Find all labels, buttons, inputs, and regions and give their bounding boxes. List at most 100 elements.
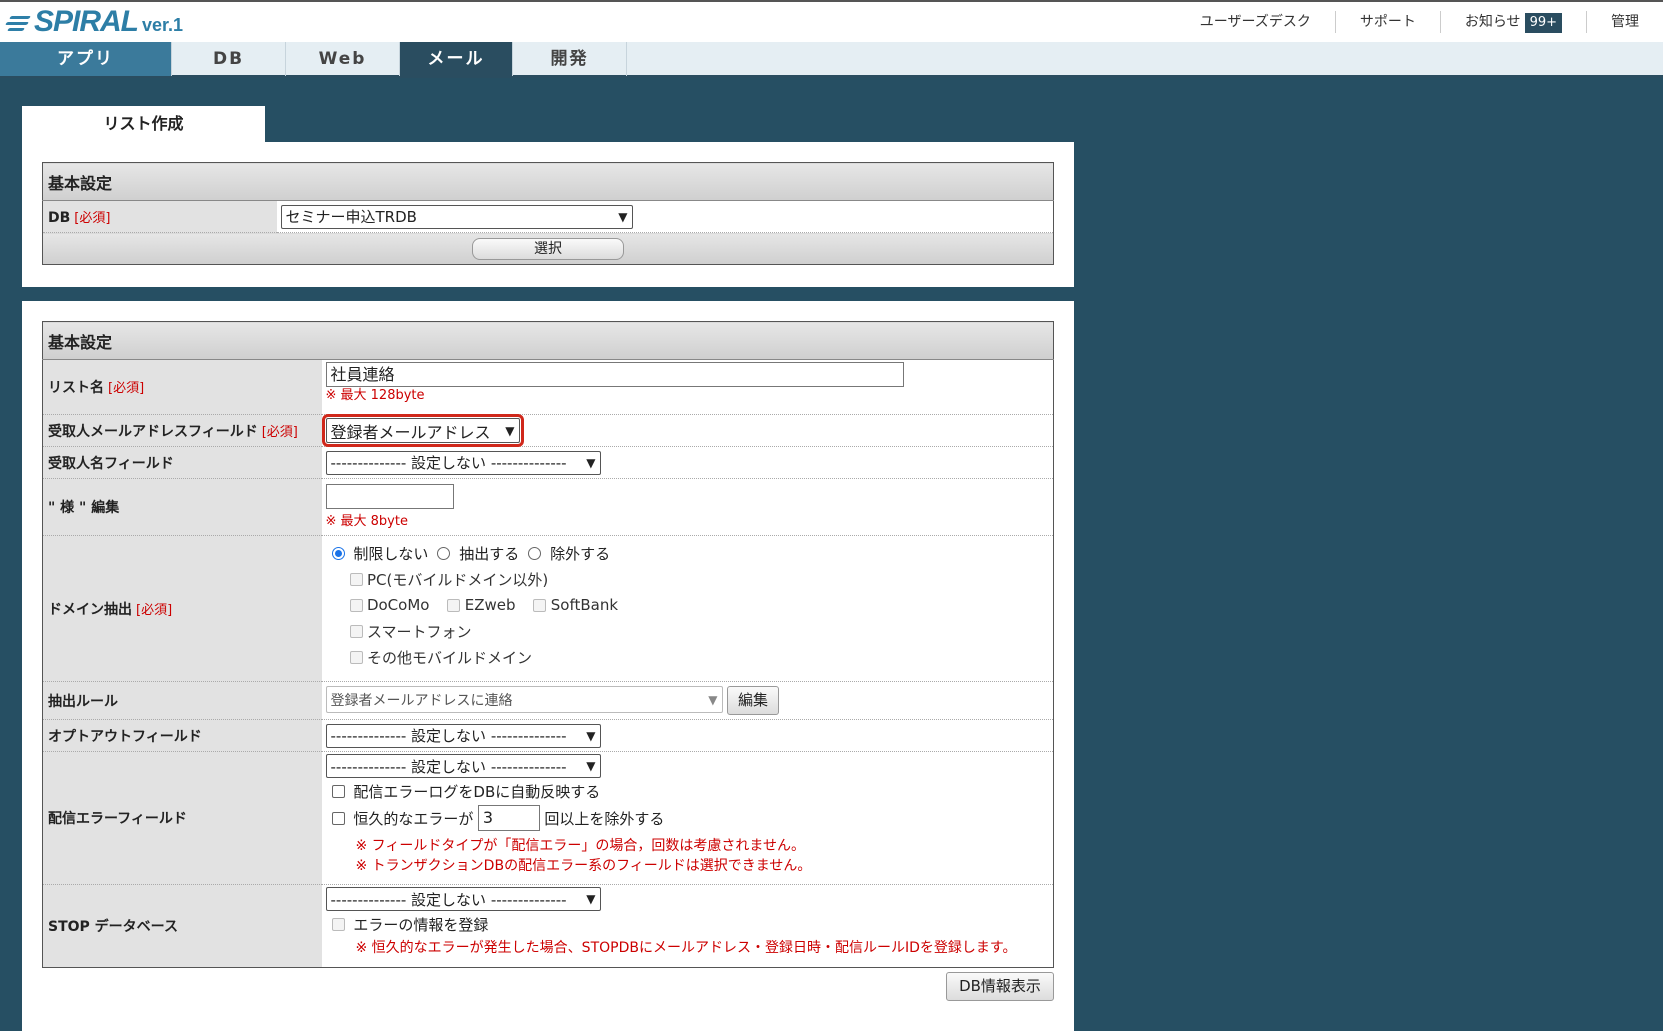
support-link[interactable]: サポート [1334, 11, 1440, 33]
error-perm-row: 恒久的なエラーが 3 回以上を除外する [326, 804, 1050, 832]
nav-tab-web[interactable]: Web [286, 42, 400, 76]
radio-no-limit[interactable] [331, 546, 345, 560]
list-name-note: ※ 最大 128byte [325, 388, 425, 403]
error-select[interactable]: -------------- 設定しない -------------- ▼ [325, 754, 601, 778]
logo-version: ver.1 [142, 15, 184, 35]
db-select-panel: 基本設定 DB [必須] セミナー申込TRDB ▼ 選択 [22, 142, 1074, 287]
error-cell: -------------- 設定しない -------------- ▼ 配信エ… [321, 751, 1054, 885]
chevron-down-icon: ▼ [505, 423, 515, 438]
radio-exclude-label: 除外する [550, 544, 611, 563]
db-label-cell: DB [必須] [42, 200, 277, 233]
optout-select[interactable]: -------------- 設定しない -------------- ▼ [325, 723, 601, 748]
list-name-cell: 社員連絡 ※ 最大 128byte [321, 359, 1054, 415]
radio-no-limit-label: 制限しない [353, 544, 429, 563]
recipient-mail-label: 受取人メールアドレスフィールド [48, 423, 258, 440]
radio-extract[interactable] [437, 546, 451, 560]
select-button-row: 選択 [42, 232, 1054, 265]
optout-label: オプトアウトフィールド [48, 728, 202, 745]
error-auto-row: 配信エラーログをDBに自動反映する [326, 778, 1050, 804]
recipient-name-select[interactable]: -------------- 設定しない -------------- ▼ [325, 450, 601, 475]
list-name-label: リスト名 [48, 380, 104, 396]
main-nav: アプリ DB Web メール 開発 [0, 42, 1663, 78]
radio-exclude[interactable] [528, 546, 542, 560]
recipient-name-value: -------------- 設定しない -------------- [330, 454, 567, 472]
notifications-label: お知らせ [1464, 14, 1521, 30]
chevron-down-icon: ▼ [586, 728, 596, 743]
domain-label-cell: ドメイン抽出 [必須] [42, 535, 322, 682]
stop-register-row: エラーの情報を登録 [326, 911, 1050, 937]
required-mark: [必須] [261, 424, 298, 440]
caret-down-icon: ▼ [708, 692, 718, 707]
chevron-down-icon: ▼ [586, 759, 596, 773]
nav-tab-dev[interactable]: 開発 [513, 42, 627, 76]
optout-label-cell: オプトアウトフィールド [42, 719, 322, 752]
recipient-mail-value: 登録者メールアドレス [330, 422, 491, 442]
checkbox-other-mobile-label: その他モバイルドメイン [366, 648, 532, 667]
recipient-mail-select[interactable]: 登録者メールアドレス ▼ [321, 414, 524, 447]
domain-smartphone-row: スマートフォン [332, 618, 1044, 644]
checkbox-softbank[interactable] [533, 598, 547, 612]
stop-db-note: ※ 恒久的なエラーが発生した場合、STOPDBにメールアドレス・登録日時・配信ル… [355, 940, 1017, 956]
checkbox-ezweb-label: EZweb [464, 596, 516, 614]
error-auto-label: 配信エラーログをDBに自動反映する [353, 782, 601, 801]
checkbox-error-perm[interactable] [331, 811, 345, 825]
logo-wind-icon [4, 10, 34, 36]
domain-radio-row: 制限しない 抽出する 除外する [331, 540, 1044, 566]
stop-db-cell: -------------- 設定しない -------------- ▼ エラー… [321, 884, 1054, 968]
checkbox-other-mobile[interactable] [349, 650, 363, 664]
stop-db-label-cell: STOP データベース [42, 884, 322, 968]
section-title: 基本設定 [42, 162, 1054, 201]
checkbox-error-auto[interactable] [331, 784, 345, 798]
rule-select[interactable]: 登録者メールアドレスに連絡 ▼ [325, 686, 723, 713]
spiral-logo[interactable]: SPIRAL ver.1 [4, 5, 184, 38]
radio-extract-label: 抽出する [459, 544, 520, 563]
sama-note: ※ 最大 8byte [325, 514, 408, 529]
db-select[interactable]: セミナー申込TRDB ▼ [280, 204, 633, 229]
recipient-name-label: 受取人名フィールド [48, 455, 174, 472]
checkbox-softbank-label: SoftBank [550, 596, 619, 614]
tab-list-create[interactable]: リスト作成 [22, 106, 265, 142]
sama-label-cell: " 様 " 編集 [42, 478, 322, 536]
recipient-name-label-cell: 受取人名フィールド [42, 446, 322, 479]
chevron-down-icon: ▼ [586, 892, 596, 906]
list-settings-panel: 基本設定 リスト名 [必須] 社員連絡 ※ 最大 128byte 受取人メールアド… [22, 301, 1074, 1031]
db-info-button[interactable]: DB情報表示 [946, 972, 1054, 1001]
db-value-cell: セミナー申込TRDB ▼ [276, 200, 1054, 233]
rule-label: 抽出ルール [48, 693, 118, 710]
checkbox-pc[interactable] [349, 572, 363, 586]
sama-cell: ※ 最大 8byte [321, 478, 1054, 536]
nav-tab-mail[interactable]: メール [400, 42, 513, 76]
db-label: DB [48, 210, 71, 226]
domain-pc-row: PC(モバイルドメイン以外) [332, 566, 1044, 592]
checkbox-smartphone-label: スマートフォン [366, 622, 472, 641]
error-count-input[interactable]: 3 [477, 805, 540, 831]
top-header: SPIRAL ver.1 ユーザーズデスク サポート お知らせ 99+ 管理 [0, 0, 1663, 42]
checkbox-ezweb[interactable] [447, 598, 461, 612]
error-label: 配信エラーフィールド [48, 811, 187, 827]
checkbox-stop-register[interactable] [331, 917, 345, 931]
stop-db-label: STOP データベース [48, 919, 178, 935]
rule-label-cell: 抽出ルール [42, 681, 322, 720]
required-mark: [必須] [136, 602, 173, 618]
checkbox-docomo[interactable] [349, 598, 363, 612]
domain-other-row: その他モバイルドメイン [332, 644, 1044, 670]
recipient-mail-label-cell: 受取人メールアドレスフィールド [必須] [42, 414, 322, 447]
rule-edit-button[interactable]: 編集 [726, 686, 779, 715]
notifications-link[interactable]: お知らせ 99+ [1439, 11, 1586, 33]
sama-label: " 様 " 編集 [48, 500, 120, 516]
error-perm-prefix: 恒久的なエラーが [353, 809, 474, 828]
nav-tab-db[interactable]: DB [172, 42, 286, 76]
top-links: ユーザーズデスク サポート お知らせ 99+ 管理 [1176, 2, 1663, 42]
list-name-input[interactable]: 社員連絡 [325, 362, 904, 387]
sama-input[interactable] [325, 484, 454, 509]
domain-cell: 制限しない 抽出する 除外する PC(モバイルドメイン以外) DoCoMo EZ… [321, 535, 1054, 682]
list-name-label-cell: リスト名 [必須] [42, 359, 322, 415]
logo-text: SPIRAL [34, 5, 139, 38]
admin-link[interactable]: 管理 [1586, 11, 1663, 33]
users-desk-link[interactable]: ユーザーズデスク [1176, 11, 1335, 33]
checkbox-smartphone[interactable] [349, 624, 363, 638]
select-button[interactable]: 選択 [472, 237, 624, 260]
recipient-name-cell: -------------- 設定しない -------------- ▼ [321, 446, 1054, 479]
stop-db-select[interactable]: -------------- 設定しない -------------- ▼ [325, 887, 601, 911]
nav-tab-app[interactable]: アプリ [0, 42, 172, 76]
